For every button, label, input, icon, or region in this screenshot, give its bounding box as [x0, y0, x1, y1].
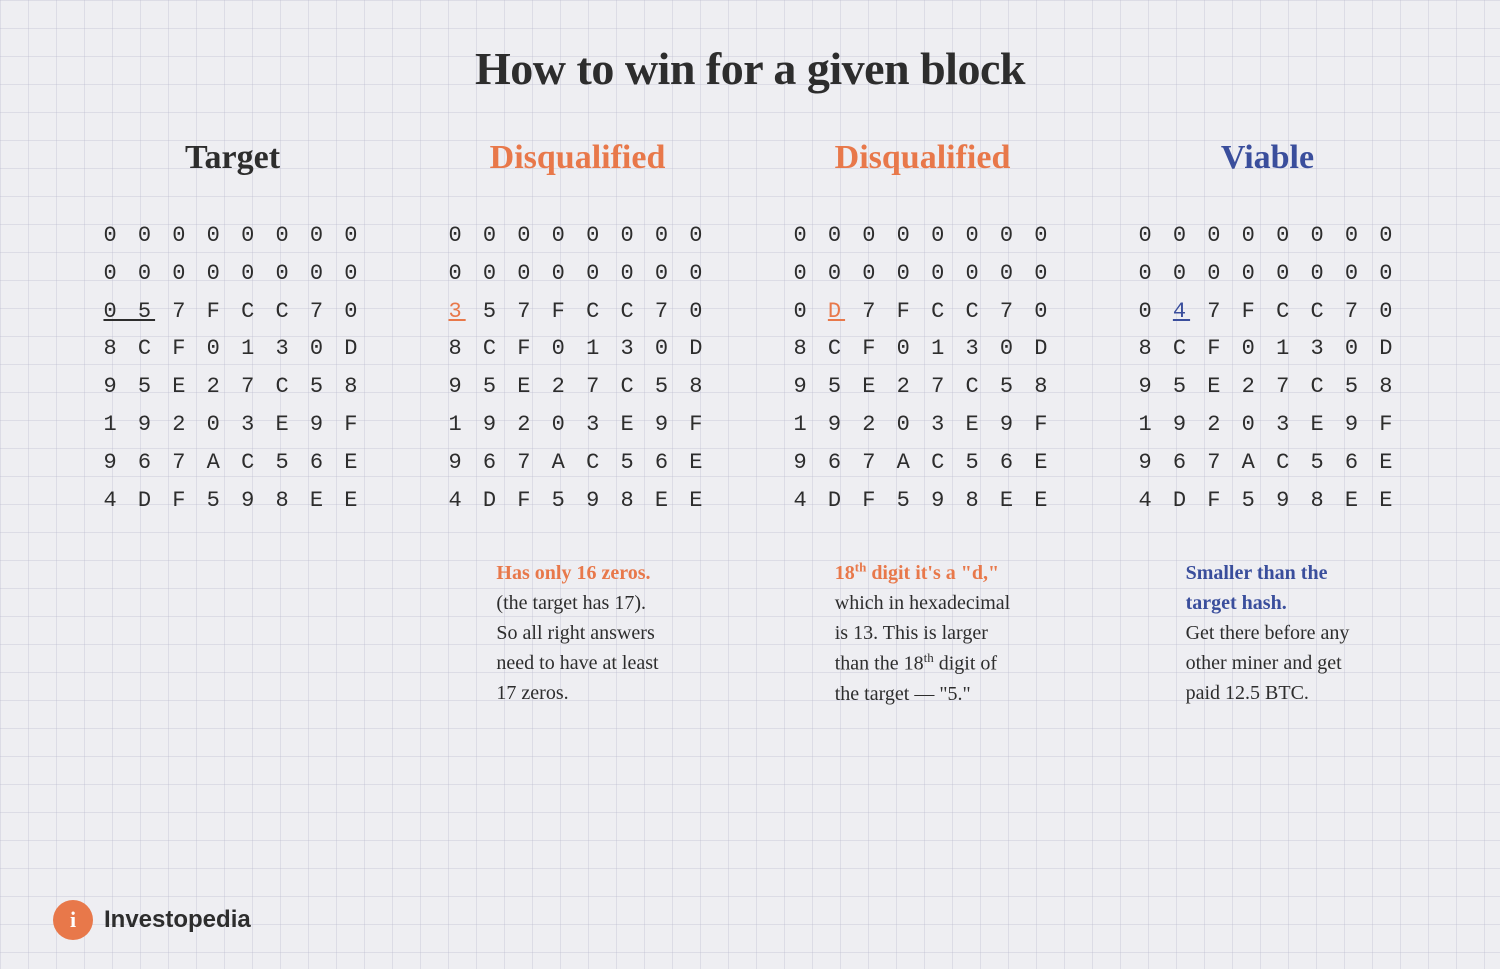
- hash-row: 0 0 0 0 0 0 0 0: [1138, 255, 1396, 293]
- hash-row: 4 D F 5 9 8 E E: [103, 482, 361, 520]
- hash-row: 1 9 2 0 3 E 9 F: [793, 406, 1051, 444]
- col-disq1: Disqualified 0 0 0 0 0 0 0 0 0 0 0 0 0 0…: [405, 139, 750, 709]
- col-target: Target 0 0 0 0 0 0 0 0 0 0 0 0 0 0 0 0 0…: [60, 139, 405, 709]
- hash-row: 9 6 7 A C 5 6 E: [793, 444, 1051, 482]
- col-viable-header: Viable: [1221, 139, 1314, 189]
- col-disq1-hash: 0 0 0 0 0 0 0 0 0 0 0 0 0 0 0 0 3 5 7 F …: [448, 217, 706, 520]
- hash-row: 3 5 7 F C C 7 0: [448, 293, 706, 331]
- hash-row: 0 0 0 0 0 0 0 0: [103, 217, 361, 255]
- hash-row: 9 6 7 A C 5 6 E: [103, 444, 361, 482]
- hash-row: 0 4 7 F C C 7 0: [1138, 293, 1396, 331]
- col-viable: Viable 0 0 0 0 0 0 0 0 0 0 0 0 0 0 0 0 0…: [1095, 139, 1440, 709]
- hash-row: 8 C F 0 1 3 0 D: [448, 330, 706, 368]
- hash-row: 0 0 0 0 0 0 0 0: [1138, 217, 1396, 255]
- note-highlight: Has only 16 zeros.: [496, 562, 650, 584]
- col-target-header: Target: [185, 139, 280, 189]
- hash-row: 9 6 7 A C 5 6 E: [1138, 444, 1396, 482]
- hash-row: 0 0 0 0 0 0 0 0: [793, 255, 1051, 293]
- col-disq2-hash: 0 0 0 0 0 0 0 0 0 0 0 0 0 0 0 0 0 D 7 F …: [793, 217, 1051, 520]
- hash-row: 8 C F 0 1 3 0 D: [103, 330, 361, 368]
- col-disq2-header: Disqualified: [835, 139, 1011, 189]
- logo-area: i Investopedia: [52, 899, 251, 941]
- hash-row: 9 5 E 2 7 C 5 8: [448, 368, 706, 406]
- hash-row: 9 5 E 2 7 C 5 8: [793, 368, 1051, 406]
- col-viable-hash: 0 0 0 0 0 0 0 0 0 0 0 0 0 0 0 0 0 4 7 F …: [1138, 217, 1396, 520]
- investopedia-logo-icon: i: [52, 899, 94, 941]
- hash-row: 1 9 2 0 3 E 9 F: [448, 406, 706, 444]
- hash-row: 0 D 7 F C C 7 0: [793, 293, 1051, 331]
- hash-row: 9 5 E 2 7 C 5 8: [103, 368, 361, 406]
- hash-row: 4 D F 5 9 8 E E: [1138, 482, 1396, 520]
- note-highlight: 18th digit it's a "d,": [835, 562, 999, 584]
- col-disq1-note: Has only 16 zeros. (the target has 17). …: [496, 558, 658, 708]
- hash-row: 1 9 2 0 3 E 9 F: [103, 406, 361, 444]
- svg-text:i: i: [70, 907, 76, 932]
- note-highlight: Smaller than thetarget hash.: [1186, 562, 1328, 614]
- logo-text: Investopedia: [104, 906, 251, 934]
- col-target-hash: 0 0 0 0 0 0 0 0 0 0 0 0 0 0 0 0 0 5 7 F …: [103, 217, 361, 520]
- col-disq2: Disqualified 0 0 0 0 0 0 0 0 0 0 0 0 0 0…: [750, 139, 1095, 709]
- hash-row: 9 6 7 A C 5 6 E: [448, 444, 706, 482]
- hash-row: 0 0 0 0 0 0 0 0: [103, 255, 361, 293]
- hash-row: 9 5 E 2 7 C 5 8: [1138, 368, 1396, 406]
- hash-row: 0 0 0 0 0 0 0 0: [448, 255, 706, 293]
- page-title: How to win for a given block: [475, 42, 1025, 95]
- hash-row: 4 D F 5 9 8 E E: [448, 482, 706, 520]
- hash-row: 8 C F 0 1 3 0 D: [793, 330, 1051, 368]
- col-disq1-header: Disqualified: [490, 139, 666, 189]
- hash-row: 0 0 0 0 0 0 0 0: [448, 217, 706, 255]
- col-viable-note: Smaller than thetarget hash. Get there b…: [1186, 558, 1350, 708]
- hash-row: 4 D F 5 9 8 E E: [793, 482, 1051, 520]
- hash-row: 0 0 0 0 0 0 0 0: [793, 217, 1051, 255]
- hash-row: 1 9 2 0 3 E 9 F: [1138, 406, 1396, 444]
- columns-container: Target 0 0 0 0 0 0 0 0 0 0 0 0 0 0 0 0 0…: [0, 139, 1500, 709]
- hash-row: 0 5 7 F C C 7 0: [103, 293, 361, 331]
- hash-row: 8 C F 0 1 3 0 D: [1138, 330, 1396, 368]
- col-disq2-note: 18th digit it's a "d," which in hexadeci…: [835, 558, 1011, 709]
